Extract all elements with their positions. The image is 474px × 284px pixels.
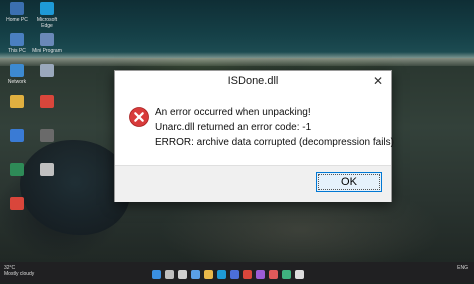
desktop-icon-label: Microsoft Edge (36, 17, 58, 29)
app-icon (40, 64, 54, 77)
error-message-line: Unarc.dll returned an error code: -1 (155, 122, 312, 133)
app-icon[interactable] (256, 270, 265, 279)
desktop-icon[interactable] (2, 129, 32, 144)
desktop-icon[interactable] (2, 95, 32, 110)
app-icon[interactable] (295, 270, 304, 279)
explorer-icon[interactable] (204, 270, 213, 279)
desktop-icon[interactable] (2, 197, 32, 212)
desktop-icon-label: Network (7, 79, 27, 85)
desktop-icon[interactable]: This PC (2, 33, 32, 54)
dialog-title: ISDone.dll (227, 75, 279, 87)
taskbar-app-icons (150, 266, 306, 279)
app-icon (40, 129, 54, 142)
computer-icon (10, 33, 24, 46)
chrome-icon (10, 197, 24, 210)
wallpaper-coastline (0, 52, 474, 66)
desktop-icon[interactable]: Network (2, 64, 32, 85)
weather-condition: Mostly cloudy (4, 271, 35, 277)
edge-icon[interactable] (217, 270, 226, 279)
error-message-line: An error occurred when unpacking! (155, 107, 311, 118)
app-icon (10, 163, 24, 176)
system-tray[interactable]: ENG (457, 265, 468, 272)
app-icon (40, 33, 54, 46)
dialog-footer: OK (115, 165, 391, 202)
app-icon[interactable] (282, 270, 291, 279)
desktop-icon[interactable] (32, 95, 62, 110)
search-icon[interactable] (165, 270, 174, 279)
folder-icon (10, 95, 24, 108)
network-icon (10, 64, 24, 77)
desktop-icon-column: Home PC Microsoft Edge This PC Mini Program… (0, 0, 64, 262)
app-icon (40, 163, 54, 176)
dialog-content: An error occurred when unpacking! Unarc.… (115, 91, 394, 165)
error-message: An error occurred when unpacking! Unarc.… (155, 105, 394, 150)
error-icon (129, 107, 149, 127)
wallpaper-sea (0, 0, 474, 58)
mail-icon (10, 129, 24, 142)
start-icon[interactable] (152, 270, 161, 279)
error-dialog: ISDone.dll ✕ An error occurred when unpa… (114, 70, 394, 202)
edge-icon (40, 2, 54, 15)
taskview-icon[interactable] (178, 270, 187, 279)
error-message-line: ERROR: archive data corrupted (decompres… (155, 137, 394, 148)
desktop-icon[interactable] (32, 129, 62, 144)
app-icon[interactable] (269, 270, 278, 279)
store-icon[interactable] (230, 270, 239, 279)
chrome-icon (40, 95, 54, 108)
desktop-icon[interactable]: Home PC (2, 2, 32, 23)
desktop-icon-label: Mini Program (32, 48, 62, 54)
ok-button[interactable]: OK (316, 172, 382, 192)
dialog-titlebar[interactable]: ISDone.dll ✕ (115, 71, 391, 91)
desktop-icon-label: This PC (8, 48, 26, 54)
widgets-icon[interactable] (191, 270, 200, 279)
desktop-icon[interactable]: Mini Program (32, 33, 62, 54)
weather-widget[interactable]: 32°C Mostly cloudy (4, 265, 34, 277)
pc-icon (10, 2, 24, 15)
desktop-icon[interactable] (2, 163, 32, 178)
close-icon[interactable]: ✕ (367, 72, 389, 90)
taskbar: 32°C Mostly cloudy ENG (0, 262, 474, 283)
chrome-icon[interactable] (243, 270, 252, 279)
desktop-icon[interactable] (32, 64, 62, 79)
desktop-icon[interactable] (32, 163, 62, 178)
desktop-icon[interactable]: Microsoft Edge (32, 2, 62, 29)
language-indicator[interactable]: ENG (457, 265, 468, 272)
desktop-icon-label: Home PC (6, 17, 28, 23)
